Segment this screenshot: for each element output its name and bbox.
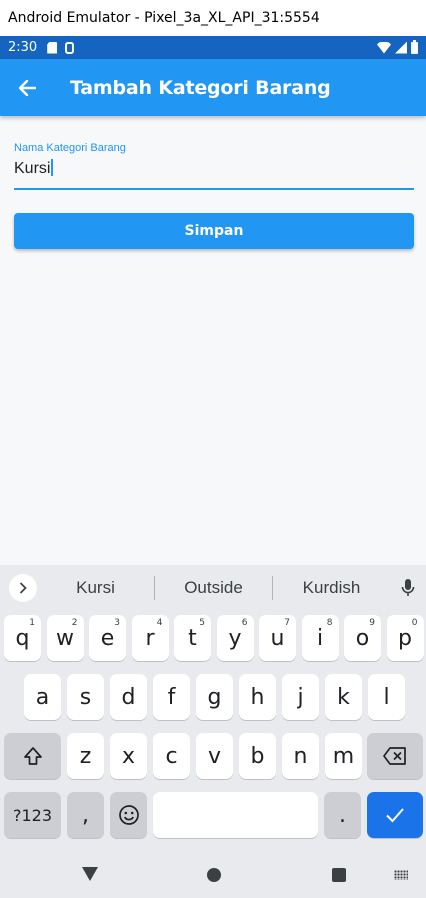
status-icons (377, 39, 418, 54)
navigation-bar (0, 850, 426, 898)
symbols-key[interactable]: ?123 (4, 792, 61, 838)
space-key[interactable] (153, 792, 318, 838)
page-title: Tambah Kategori Barang (70, 76, 331, 99)
key-h[interactable]: h (239, 674, 276, 720)
key-x[interactable]: x (110, 733, 147, 779)
form-area: Nama Kategori Barang Kursi Simpan (0, 116, 426, 565)
key-number-hint: 4 (156, 618, 163, 628)
key-q[interactable]: q1 (4, 615, 41, 661)
category-name-field[interactable]: Nama Kategori Barang Kursi (14, 142, 414, 190)
key-label: w (56, 625, 74, 651)
key-n[interactable]: n (282, 733, 319, 779)
expand-toolbar-button[interactable] (9, 574, 37, 602)
key-label: p (398, 625, 412, 651)
backspace-icon (383, 747, 406, 765)
key-number-hint: 9 (369, 618, 375, 628)
key-number-hint: 0 (411, 618, 418, 628)
status-time: 2:30 (8, 40, 38, 55)
save-button[interactable]: Simpan (14, 213, 414, 249)
key-s[interactable]: s (67, 674, 104, 720)
backspace-key[interactable] (367, 733, 423, 779)
key-label: t (188, 625, 197, 651)
key-a[interactable]: a (24, 674, 61, 720)
keyboard-switch-icon[interactable] (394, 870, 408, 880)
soft-keyboard: Kursi Outside Kurdish q1w2e3r4t5y6u7i8o9… (0, 565, 426, 898)
microphone-icon[interactable] (390, 578, 426, 598)
key-y[interactable]: y6 (216, 615, 254, 661)
suggestion-3[interactable]: Kurdish (273, 578, 390, 598)
key-label: i (316, 625, 324, 651)
key-c[interactable]: c (153, 733, 190, 779)
key-l[interactable]: l (368, 674, 405, 720)
key-t[interactable]: t5 (174, 615, 211, 661)
battery-icon (411, 39, 418, 54)
wifi-icon (377, 41, 391, 54)
key-label: u (270, 625, 285, 651)
key-r[interactable]: r4 (131, 615, 169, 661)
nav-back-icon[interactable] (82, 867, 98, 881)
text-cursor (51, 159, 53, 176)
signal-icon (395, 41, 407, 54)
emoji-icon (118, 805, 139, 825)
suggestion-2[interactable]: Outside (155, 578, 272, 598)
shift-icon (23, 747, 42, 765)
key-label: q (15, 625, 30, 651)
key-number-hint: 3 (114, 618, 120, 628)
key-row-3: zxcvbnm (0, 733, 426, 781)
key-d[interactable]: d (110, 674, 147, 720)
debug-icon (65, 41, 75, 54)
key-number-hint: 6 (241, 618, 248, 628)
key-label: y (228, 625, 242, 651)
key-e[interactable]: e3 (89, 615, 126, 661)
key-label: o (355, 625, 370, 651)
key-j[interactable]: j (282, 674, 319, 720)
key-label: e (100, 625, 115, 651)
screen: Android Emulator - Pixel_3a_XL_API_31:55… (0, 0, 426, 898)
key-i[interactable]: i8 (301, 615, 339, 661)
key-label: r (145, 625, 155, 651)
key-u[interactable]: u7 (259, 615, 296, 661)
key-number-hint: 7 (284, 618, 290, 628)
category-name-value: Kursi (14, 160, 51, 177)
key-number-hint: 8 (326, 618, 333, 628)
category-name-label: Nama Kategori Barang (14, 142, 126, 154)
key-row-4: ?123 , . (0, 792, 426, 840)
emoji-key[interactable] (110, 792, 147, 838)
key-number-hint: 2 (71, 618, 78, 628)
status-bar: 2:30 (0, 36, 426, 59)
comma-key[interactable]: , (67, 792, 104, 838)
key-row-2: asdfghjkl (0, 674, 426, 722)
app-bar: Tambah Kategori Barang (0, 59, 426, 116)
nav-recents-icon[interactable] (332, 868, 346, 882)
back-button[interactable] (0, 59, 54, 116)
key-v[interactable]: v (196, 733, 233, 779)
period-key[interactable]: . (324, 792, 361, 838)
arrow-left-icon (18, 79, 36, 96)
key-w[interactable]: w2 (46, 615, 84, 661)
chevron-right-icon (19, 582, 27, 594)
checkmark-icon (386, 808, 404, 823)
key-z[interactable]: z (67, 733, 104, 779)
nav-home-icon[interactable] (207, 868, 221, 882)
key-number-hint: 5 (199, 618, 205, 628)
window-title: Android Emulator - Pixel_3a_XL_API_31:55… (0, 0, 426, 36)
key-f[interactable]: f (153, 674, 190, 720)
done-key[interactable] (367, 792, 423, 838)
key-o[interactable]: o9 (344, 615, 381, 661)
key-row-1: q1w2e3r4t5y6u7i8o9p0 (0, 615, 426, 663)
key-p[interactable]: p0 (386, 615, 424, 661)
key-number-hint: 1 (29, 618, 35, 628)
sd-card-icon (47, 41, 58, 54)
key-g[interactable]: g (196, 674, 233, 720)
key-k[interactable]: k (325, 674, 362, 720)
key-m[interactable]: m (325, 733, 362, 779)
key-b[interactable]: b (239, 733, 276, 779)
category-name-input[interactable]: Kursi (14, 159, 414, 178)
suggestion-1[interactable]: Kursi (37, 578, 154, 598)
suggestion-strip: Kursi Outside Kurdish (0, 565, 426, 611)
shift-key[interactable] (4, 733, 61, 779)
